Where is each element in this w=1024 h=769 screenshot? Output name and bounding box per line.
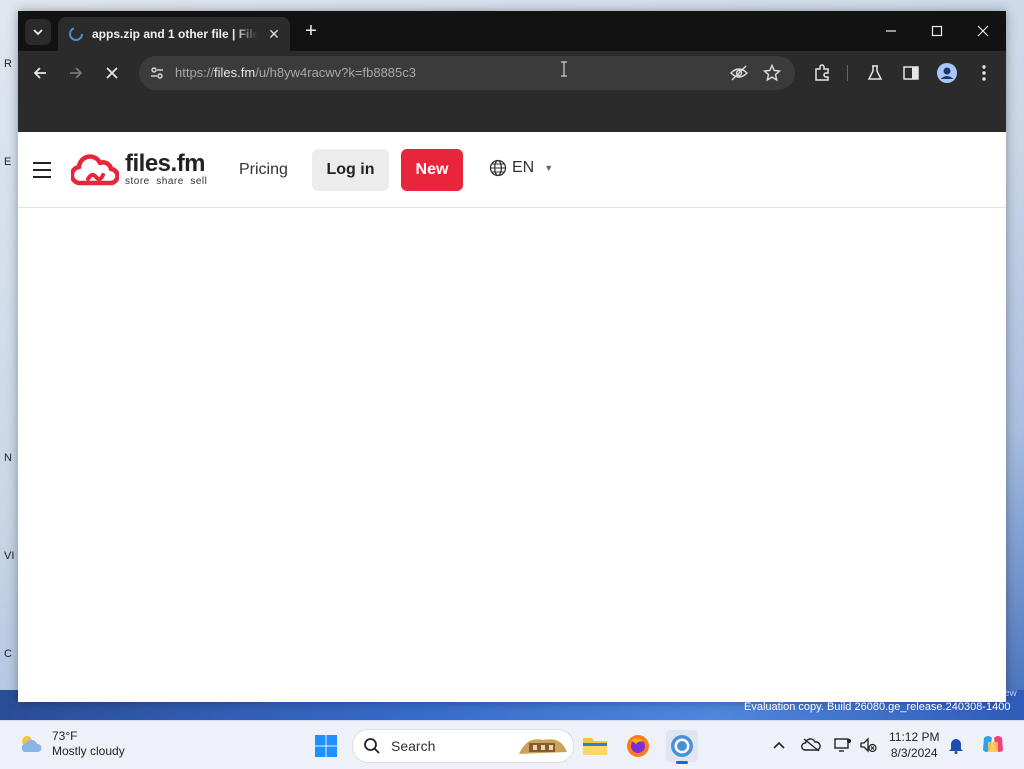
maximize-icon — [931, 25, 943, 37]
tab-title: apps.zip and 1 other file | Files.fm — [92, 27, 258, 41]
copilot-icon[interactable] — [980, 732, 1006, 758]
globe-icon — [489, 159, 507, 177]
language-code: EN — [512, 159, 535, 176]
file-explorer-button[interactable] — [579, 730, 611, 762]
stop-loading-button[interactable] — [101, 62, 123, 84]
web-page: files.fm store share sell Pricing Log in… — [18, 132, 1006, 702]
chevron-down-icon — [33, 29, 43, 36]
address-bar[interactable]: https://files.fm/u/h8yw4racwv?k=fb8885c3 — [139, 56, 795, 90]
desktop-icon-label[interactable]: VI — [4, 550, 18, 562]
back-button[interactable] — [29, 62, 51, 84]
more-vertical-icon — [982, 65, 986, 81]
maximize-button[interactable] — [914, 11, 960, 51]
desktop-icon-label[interactable]: E — [4, 156, 18, 168]
weather-condition: Mostly cloudy — [52, 744, 125, 758]
browser-window: apps.zip and 1 other file | Files.fm ✕ +… — [18, 11, 1006, 702]
site-logo[interactable]: files.fm store share sell — [71, 152, 207, 187]
search-placeholder: Search — [391, 738, 436, 754]
weather-widget[interactable]: 73°F Mostly cloudy — [18, 729, 125, 759]
forward-arrow-icon — [70, 67, 83, 79]
stop-icon — [106, 67, 118, 79]
puzzle-icon — [815, 64, 829, 81]
watermark-fragment: ew — [1004, 688, 1017, 699]
weather-temperature: 73°F — [52, 729, 78, 743]
close-window-button[interactable] — [960, 11, 1006, 51]
site-info-icon[interactable] — [149, 65, 165, 81]
notification-bell-icon[interactable] — [946, 735, 966, 755]
windows-logo-icon — [315, 735, 337, 757]
logo-tagline: store share sell — [125, 176, 208, 187]
back-arrow-icon — [33, 67, 46, 79]
desktop-icon-label[interactable]: N — [4, 452, 18, 464]
desktop-icon-label[interactable]: R — [4, 58, 18, 70]
forward-button[interactable] — [65, 62, 87, 84]
tracking-protection-icon[interactable] — [729, 64, 749, 82]
url-scheme: https:// — [175, 65, 215, 80]
tray-overflow-icon[interactable] — [769, 735, 789, 755]
minimize-button[interactable] — [868, 11, 914, 51]
bookmarks-bar — [18, 95, 1006, 132]
browser-tab-active[interactable]: apps.zip and 1 other file | Files.fm ✕ — [58, 17, 290, 51]
volume-muted-icon[interactable] — [858, 735, 878, 755]
labs-button[interactable] — [864, 62, 886, 84]
loading-spinner-icon — [68, 26, 84, 42]
clock-time: 11:12 PM — [889, 730, 940, 744]
taskbar: 73°F Mostly cloudy Search 11:12 PM 8/3/2… — [0, 720, 1024, 769]
folder-icon — [583, 738, 607, 755]
tab-close-icon[interactable]: ✕ — [266, 26, 282, 43]
nav-link-pricing[interactable]: Pricing — [239, 161, 288, 179]
firefox-button[interactable] — [622, 730, 654, 762]
tab-search-button[interactable] — [25, 19, 51, 45]
evaluation-watermark: Evaluation copy. Build 26080.ge_release.… — [744, 701, 1011, 713]
cloudy-weather-icon — [21, 736, 42, 752]
search-icon — [364, 738, 380, 754]
login-button[interactable]: Log in — [312, 149, 389, 191]
logo-wordmark: files.fm — [125, 150, 206, 177]
url-host: files.fm — [214, 65, 256, 80]
firefox-icon — [627, 735, 649, 757]
minimize-icon — [886, 30, 896, 32]
display-icon[interactable] — [833, 735, 853, 755]
side-panel-icon — [903, 66, 919, 80]
new-button[interactable]: New — [401, 149, 463, 191]
active-app-indicator — [676, 761, 688, 764]
browser-toolbar: https://files.fm/u/h8yw4racwv?k=fb8885c3 — [18, 51, 1006, 95]
extensions-button[interactable] — [811, 62, 833, 84]
url-text: https://files.fm/u/h8yw4racwv?k=fb8885c3 — [175, 65, 416, 80]
caret-down-icon: ▼ — [544, 163, 554, 173]
browser-titlebar: apps.zip and 1 other file | Files.fm ✕ + — [18, 11, 1006, 51]
site-header: files.fm store share sell Pricing Log in… — [18, 132, 1006, 208]
browser-menu-button[interactable] — [973, 62, 995, 84]
hamburger-menu-icon[interactable] — [33, 162, 51, 178]
profile-button[interactable] — [936, 62, 958, 84]
language-selector[interactable]: EN ▼ — [489, 159, 553, 177]
bookmark-star-icon[interactable] — [762, 63, 782, 82]
toolbar-divider — [847, 65, 848, 81]
chrome-button[interactable] — [666, 730, 698, 764]
flask-icon — [867, 65, 883, 80]
start-button[interactable] — [310, 730, 342, 762]
onedrive-icon[interactable] — [801, 735, 821, 755]
system-clock[interactable]: 11:12 PM 8/3/2024 — [889, 729, 939, 761]
close-icon — [977, 25, 989, 37]
desktop-icon-label[interactable]: C — [4, 648, 18, 660]
clock-date: 8/3/2024 — [890, 746, 938, 760]
avatar-icon — [937, 63, 957, 83]
search-highlight-icon — [519, 739, 567, 754]
text-cursor-icon — [561, 61, 567, 77]
new-tab-button[interactable]: + — [300, 20, 322, 42]
taskbar-search[interactable]: Search — [352, 729, 574, 763]
side-panel-button[interactable] — [900, 62, 922, 84]
cloud-logo-icon — [71, 153, 119, 185]
chrome-icon — [671, 735, 693, 757]
url-path: /u/h8yw4racwv?k=fb8885c3 — [255, 65, 416, 80]
